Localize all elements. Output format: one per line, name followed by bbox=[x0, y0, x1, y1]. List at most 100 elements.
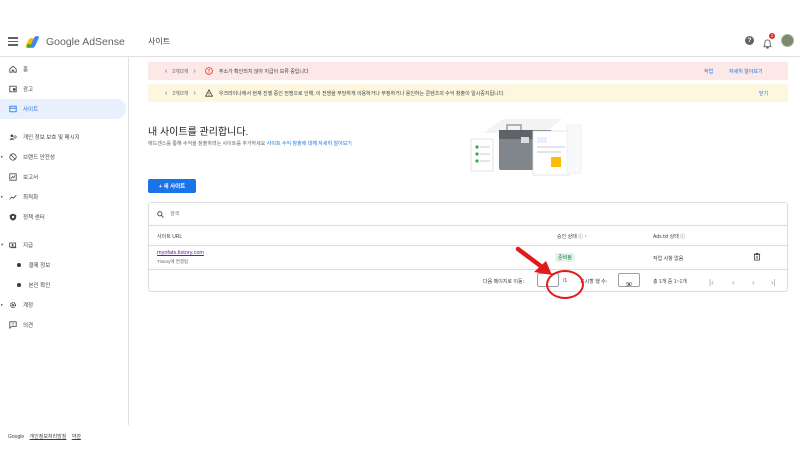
first-page-icon[interactable]: |‹ bbox=[709, 278, 714, 287]
next-page-icon[interactable]: › bbox=[752, 278, 755, 287]
alert-pager-count: 2개/2개 bbox=[172, 90, 189, 97]
annotation-arrow-icon bbox=[515, 246, 552, 275]
sidebar-item-label: 본인 확인 bbox=[28, 283, 51, 289]
privacy-icon bbox=[8, 133, 17, 142]
page-title: 내 사이트를 관리합니다. bbox=[148, 127, 249, 138]
sidebar-item-optimization[interactable]: ▸ 최적화 bbox=[0, 187, 128, 207]
alert-pager: ‹ 2개/2개 › bbox=[160, 90, 201, 97]
chevron-down-icon: ▾ bbox=[1, 242, 4, 247]
new-site-button[interactable]: + 새 사이트 bbox=[148, 179, 196, 193]
alert-pager-count: 2개/2개 bbox=[172, 68, 189, 75]
sites-table: 사이트 URL 승인 상태 ⓘ ↑ Ads.txt 상태 ⓘ myofats.t… bbox=[148, 202, 788, 292]
learn-more-link[interactable]: 자세히 알아보기 bbox=[729, 68, 763, 75]
notification-button[interactable]: 1 bbox=[763, 32, 775, 49]
reports-icon bbox=[8, 173, 17, 182]
briefcase-illustration bbox=[470, 119, 582, 176]
go-to-page-label: 다음 페이지로 이동: bbox=[483, 279, 524, 285]
info-icon: ⓘ bbox=[680, 234, 686, 240]
sidebar-item-reports[interactable]: 보고서 bbox=[0, 167, 128, 187]
avatar[interactable] bbox=[781, 34, 794, 47]
block-icon bbox=[8, 153, 17, 162]
top-bar: Google AdSense 사이트 ? 1 bbox=[0, 27, 800, 57]
sidebar-item-account[interactable]: ▸ 계정 bbox=[0, 295, 128, 315]
adsense-logo-icon bbox=[24, 35, 41, 48]
app-frame: Google AdSense 사이트 ? 1 홈 광고 사이트 개인 정보 보호… bbox=[0, 27, 800, 440]
error-icon bbox=[205, 67, 213, 75]
column-header-ads-txt[interactable]: Ads.txt 상태 ⓘ bbox=[653, 233, 685, 240]
help-icon[interactable]: ? bbox=[745, 36, 754, 45]
sidebar-item-label: 정책 센터 bbox=[23, 215, 45, 221]
sidebar-item-privacy[interactable]: 개인 정보 보호 및 메시지 bbox=[0, 127, 128, 147]
sidebar-item-label: 개인 정보 보호 및 메시지 bbox=[23, 135, 80, 141]
table-header: 사이트 URL 승인 상태 ⓘ ↑ Ads.txt 상태 ⓘ bbox=[149, 226, 787, 246]
sidebar-item-payments[interactable]: ▾ 지급 bbox=[0, 235, 128, 255]
chevron-right-icon: ▸ bbox=[1, 302, 4, 307]
last-page-icon[interactable]: ›| bbox=[771, 278, 776, 287]
privacy-policy-link[interactable]: 개인정보처리방침 bbox=[30, 434, 67, 440]
sidebar-item-label: 브랜드 안전성 bbox=[23, 155, 55, 161]
search-icon bbox=[157, 210, 164, 218]
top-right-actions: ? 1 bbox=[745, 32, 794, 49]
page-subtitle: 애드센스를 통해 수익을 창출하려는 사이트를 추가하세요 사이트 수익 창출에… bbox=[148, 140, 352, 147]
sidebar-item-label: 지급 bbox=[23, 243, 34, 249]
table-row: myofats.tistory.com Tistory에 연결됨 준비됨 작업 … bbox=[149, 246, 787, 270]
warning-icon bbox=[204, 89, 213, 97]
ads-txt-status: 작업 사항 없음 bbox=[653, 256, 684, 262]
search-input[interactable] bbox=[170, 211, 470, 217]
chevron-left-icon[interactable]: ‹ bbox=[165, 90, 167, 97]
sidebar-item-identity[interactable]: 본인 확인 bbox=[0, 275, 128, 295]
sidebar-item-sites[interactable]: 사이트 bbox=[0, 99, 126, 119]
alert-ukraine-notice: ‹ 2개/2개 › 우크라이나에서 현재 진행 중인 전쟁으로 인해, 이 전쟁… bbox=[148, 84, 788, 102]
sidebar-item-payment-info[interactable]: 결제 정보 bbox=[0, 255, 128, 275]
chevron-down-icon: ▾ bbox=[627, 282, 631, 288]
chevron-right-icon[interactable]: › bbox=[194, 68, 196, 75]
sidebar-item-label: 계정 bbox=[23, 303, 34, 309]
annotation-circle bbox=[546, 270, 584, 299]
chevron-right-icon: ▸ bbox=[1, 194, 4, 199]
menu-icon[interactable] bbox=[8, 37, 18, 46]
payments-icon bbox=[8, 241, 17, 250]
prev-page-icon[interactable]: ‹ bbox=[732, 278, 735, 287]
learn-more-link[interactable]: 사이트 수익 창출에 대해 자세히 알아보기 bbox=[267, 141, 352, 147]
sidebar-item-label: 결제 정보 bbox=[28, 263, 51, 269]
sidebar-item-brand-safety[interactable]: ▸ 브랜드 안전성 bbox=[0, 147, 128, 167]
trending-icon bbox=[8, 193, 17, 202]
chevron-right-icon[interactable]: › bbox=[194, 90, 196, 97]
bullet-icon bbox=[17, 263, 21, 267]
shield-icon bbox=[8, 213, 17, 222]
sidebar-item-feedback[interactable]: 의견 bbox=[0, 315, 128, 335]
delete-icon[interactable] bbox=[753, 252, 761, 261]
sidebar-item-policy-center[interactable]: 정책 센터 bbox=[0, 207, 128, 227]
sidebar-item-ads[interactable]: 광고 bbox=[0, 79, 128, 99]
column-header-approval[interactable]: 승인 상태 ⓘ ↑ bbox=[557, 233, 587, 240]
ads-icon bbox=[8, 85, 17, 94]
column-header-label: 승인 상태 bbox=[557, 234, 577, 240]
home-icon bbox=[8, 65, 17, 74]
gear-icon bbox=[8, 301, 17, 310]
column-header-label: Ads.txt 상태 bbox=[653, 234, 679, 240]
chevron-left-icon[interactable]: ‹ bbox=[165, 68, 167, 75]
rows-per-page-select[interactable]: 50 ▾ bbox=[618, 273, 640, 288]
rows-per-page-label: 표시할 행 수: bbox=[580, 279, 608, 285]
site-connection: Tistory에 연결됨 bbox=[157, 259, 189, 264]
terms-link[interactable]: 약관 bbox=[72, 434, 81, 440]
sidebar-item-label: 사이트 bbox=[23, 107, 39, 113]
table-pagination: 다음 페이지로 이동: /1 표시할 행 수: 50 ▾ 총 1개 중 1~1개… bbox=[149, 270, 787, 292]
brand-name: Google AdSense bbox=[46, 35, 125, 48]
alert-pager: ‹ 2개/2개 › bbox=[160, 68, 201, 75]
sidebar-item-label: 광고 bbox=[23, 87, 34, 93]
site-url-link[interactable]: myofats.tistory.com bbox=[157, 250, 204, 256]
feedback-icon bbox=[8, 321, 17, 330]
search-bar bbox=[149, 203, 787, 226]
bullet-icon bbox=[17, 283, 21, 287]
info-icon: ⓘ ↑ bbox=[578, 234, 588, 240]
alert-action-button[interactable]: 작업 bbox=[704, 68, 713, 75]
sidebar-item-label: 최적화 bbox=[23, 195, 39, 201]
close-alert-button[interactable]: 닫기 bbox=[759, 90, 768, 97]
status-badge: 준비됨 bbox=[555, 253, 575, 262]
notification-badge: 1 bbox=[769, 32, 775, 39]
sidebar-item-label: 홈 bbox=[23, 67, 29, 73]
footer-brand: Google bbox=[8, 434, 25, 440]
sidebar-item-home[interactable]: 홈 bbox=[0, 59, 128, 79]
column-header-url[interactable]: 사이트 URL bbox=[157, 233, 182, 240]
